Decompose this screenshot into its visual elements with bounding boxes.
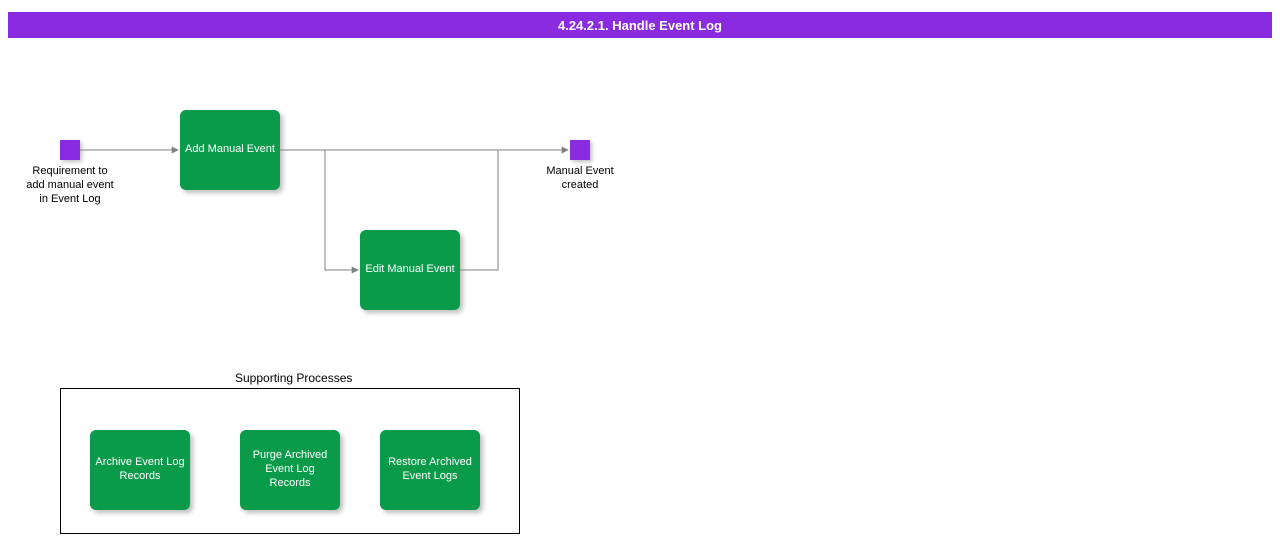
process-restore-archived-event-logs: Restore Archived Event Logs [380, 430, 480, 510]
process-edit-manual-event-label: Edit Manual Event [365, 263, 454, 277]
supporting-processes-title: Supporting Processes [235, 371, 352, 385]
start-event-label: Requirement to add manual event in Event… [25, 165, 115, 206]
process-archive-event-log-records: Archive Event Log Records [90, 430, 190, 510]
diagram-canvas: 4.24.2.1. Handle Event Log Requirement t… [0, 0, 1280, 543]
page-title: 4.24.2.1. Handle Event Log [558, 18, 722, 33]
page-title-bar: 4.24.2.1. Handle Event Log [8, 12, 1272, 38]
process-add-manual-event: Add Manual Event [180, 110, 280, 190]
process-add-manual-event-label: Add Manual Event [185, 143, 275, 157]
process-purge-archived-event-log-records: Purge Archived Event Log Records [240, 430, 340, 510]
process-archive-event-log-records-label: Archive Event Log Records [94, 456, 186, 484]
end-event-label: Manual Event created [535, 165, 625, 193]
end-event-node [570, 140, 590, 160]
process-purge-archived-event-log-records-label: Purge Archived Event Log Records [244, 449, 336, 490]
process-edit-manual-event: Edit Manual Event [360, 230, 460, 310]
start-event-node [60, 140, 80, 160]
process-restore-archived-event-logs-label: Restore Archived Event Logs [384, 456, 476, 484]
